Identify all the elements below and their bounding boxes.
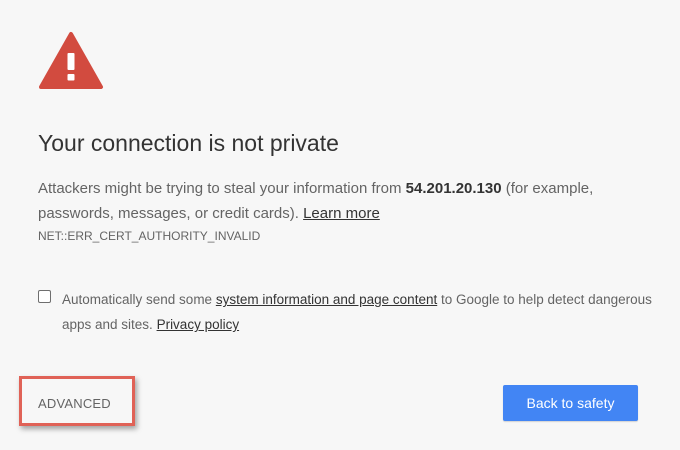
main-message: Attackers might be trying to steal your … xyxy=(38,176,668,226)
error-code: NET::ERR_CERT_AUTHORITY_INVALID xyxy=(38,229,261,243)
back-to-safety-button[interactable]: Back to safety xyxy=(503,385,638,421)
page-title: Your connection is not private xyxy=(38,130,339,156)
system-information-link[interactable]: system information and page content xyxy=(216,292,437,307)
main-message-text: Attackers might be trying to steal your … xyxy=(38,180,406,197)
reporting-text: Automatically send some xyxy=(62,292,216,307)
advanced-button[interactable]: ADVANCED xyxy=(38,396,111,411)
privacy-policy-link[interactable]: Privacy policy xyxy=(157,317,240,332)
host-address: 54.201.20.130 xyxy=(405,180,502,197)
learn-more-link[interactable]: Learn more xyxy=(303,205,380,222)
extended-reporting-text: Automatically send some system informati… xyxy=(62,287,662,337)
extended-reporting-checkbox[interactable] xyxy=(38,290,51,303)
warning-triangle-icon xyxy=(39,32,103,89)
